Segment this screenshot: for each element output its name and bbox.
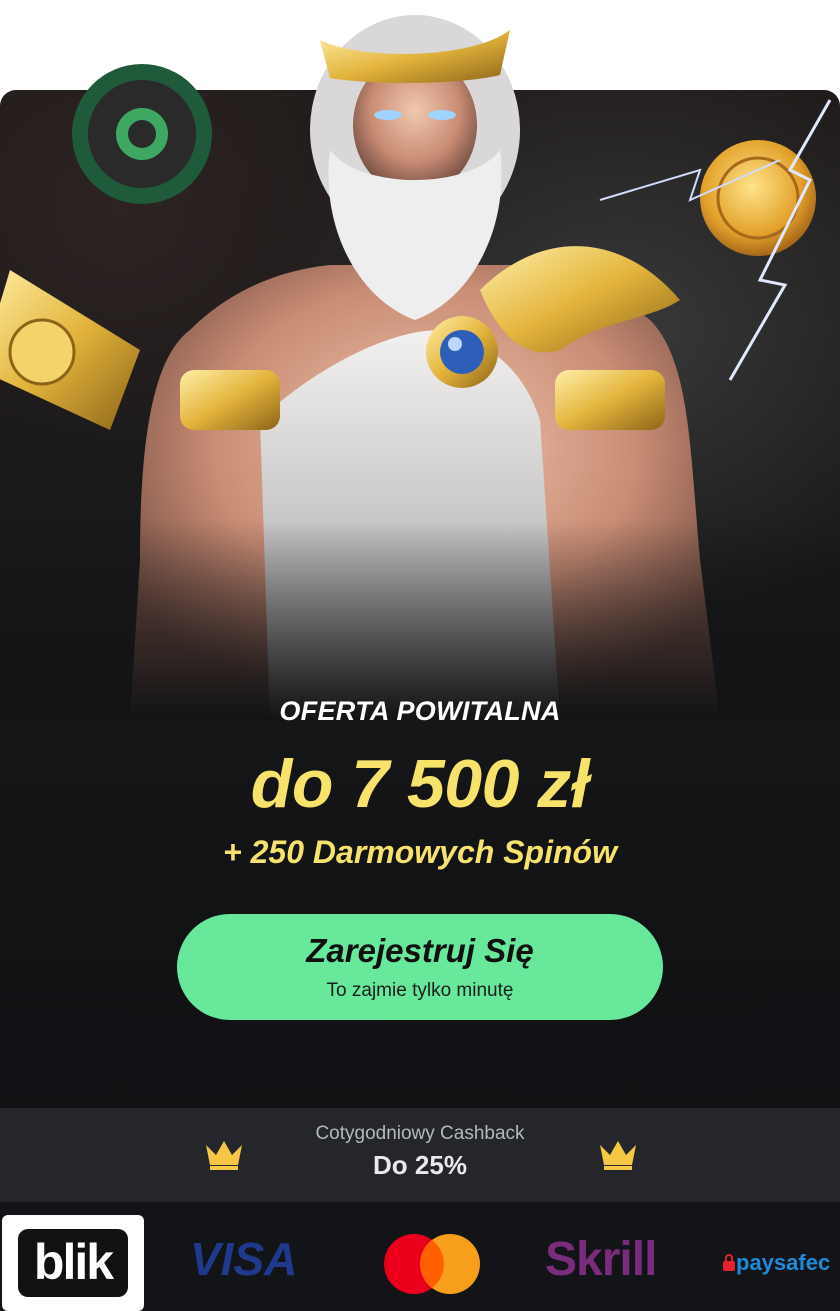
register-button-label: Zarejestruj Się — [306, 932, 534, 969]
lock-icon — [723, 1254, 735, 1271]
ticket-icon — [0, 270, 140, 430]
offer-free-spins: + 250 Darmowych Spinów — [223, 834, 617, 870]
register-button-sublabel: To zajmie tylko minutę — [326, 980, 514, 1001]
offer-title: OFERTA POWITALNA — [279, 696, 561, 726]
visa-logo: VISA — [190, 1233, 298, 1285]
zeus-hero-illustration — [0, 15, 840, 720]
blik-logo: blik — [2, 1215, 144, 1311]
blik-logo-badge: blik — [18, 1229, 128, 1297]
blik-logo-text: blik — [33, 1234, 114, 1290]
cashback-title: Cotygodniowy Cashback — [315, 1123, 525, 1144]
skrill-logo: Skrill — [545, 1233, 657, 1286]
register-button[interactable]: Zarejestruj Się To zajmie tylko minutę — [177, 914, 663, 1020]
paysafecard-logo: paysafec — [722, 1250, 840, 1276]
betonred-chip-icon — [72, 64, 212, 204]
offer-amount: do 7 500 zł — [250, 746, 590, 822]
mastercard-icon — [384, 1234, 480, 1294]
cashback-value: Do 25% — [373, 1150, 467, 1180]
paysafecard-logo-text: paysafec — [736, 1250, 831, 1275]
